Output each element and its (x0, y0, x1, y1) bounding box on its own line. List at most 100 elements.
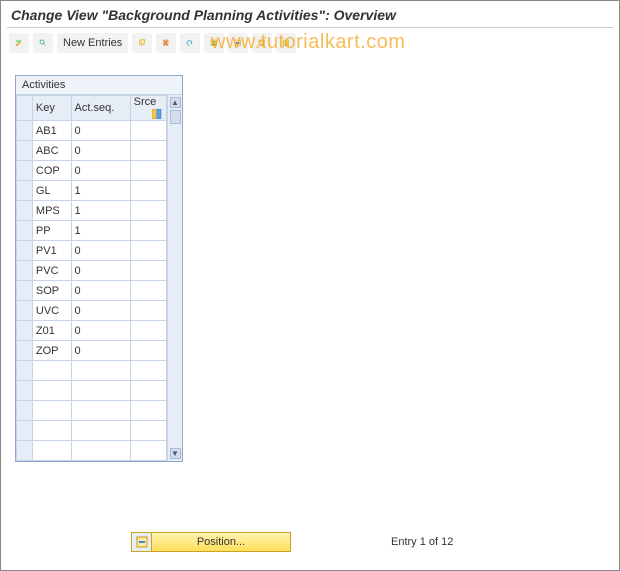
table-row[interactable]: MPS1 (17, 201, 167, 221)
table-row[interactable]: UVC0 (17, 301, 167, 321)
cell-srce[interactable] (130, 161, 166, 181)
cell-srce[interactable] (130, 341, 166, 361)
scroll-up-button[interactable]: ▲ (170, 97, 181, 108)
row-selector[interactable] (17, 161, 33, 181)
details-button[interactable] (33, 33, 53, 53)
row-selector[interactable] (17, 401, 33, 421)
table-row[interactable] (17, 361, 167, 381)
table-row[interactable] (17, 401, 167, 421)
delete-button[interactable] (156, 33, 176, 53)
cell-key[interactable]: PV1 (32, 241, 71, 261)
cell-srce[interactable] (130, 401, 166, 421)
cell-srce[interactable] (130, 141, 166, 161)
cell-seq[interactable]: 0 (71, 341, 130, 361)
vertical-scrollbar[interactable]: ▲ ▼ (167, 95, 182, 461)
cell-key[interactable]: AB1 (32, 121, 71, 141)
cell-seq[interactable] (71, 381, 130, 401)
toggle-display-change-button[interactable] (9, 33, 29, 53)
cell-srce[interactable] (130, 441, 166, 461)
row-selector[interactable] (17, 241, 33, 261)
cell-seq[interactable]: 1 (71, 201, 130, 221)
row-selector[interactable] (17, 361, 33, 381)
cell-key[interactable] (32, 401, 71, 421)
cell-key[interactable]: PVC (32, 261, 71, 281)
cell-key[interactable] (32, 441, 71, 461)
table-row[interactable]: SOP0 (17, 281, 167, 301)
cell-seq[interactable]: 0 (71, 301, 130, 321)
table-row[interactable]: PVC0 (17, 261, 167, 281)
cell-key[interactable]: Z01 (32, 321, 71, 341)
cell-key[interactable] (32, 421, 71, 441)
cell-seq[interactable]: 0 (71, 261, 130, 281)
row-selector[interactable] (17, 261, 33, 281)
cell-seq[interactable]: 1 (71, 221, 130, 241)
col-header-key[interactable]: Key (32, 96, 71, 121)
cell-srce[interactable] (130, 361, 166, 381)
cell-srce[interactable] (130, 241, 166, 261)
scroll-track[interactable] (168, 124, 182, 448)
col-header-actseq[interactable]: Act.seq. (71, 96, 130, 121)
cell-key[interactable] (32, 381, 71, 401)
cell-srce[interactable] (130, 301, 166, 321)
row-selector[interactable] (17, 281, 33, 301)
cell-key[interactable]: COP (32, 161, 71, 181)
cell-srce[interactable] (130, 321, 166, 341)
undo-button[interactable] (180, 33, 200, 53)
cell-key[interactable]: GL (32, 181, 71, 201)
cell-seq[interactable]: 0 (71, 121, 130, 141)
row-selector[interactable] (17, 341, 33, 361)
cell-seq[interactable]: 0 (71, 141, 130, 161)
row-selector[interactable] (17, 381, 33, 401)
cell-seq[interactable] (71, 401, 130, 421)
select-all-button[interactable] (204, 33, 224, 53)
row-selector[interactable] (17, 141, 33, 161)
copy-button[interactable] (132, 33, 152, 53)
cell-key[interactable]: SOP (32, 281, 71, 301)
table-row[interactable]: AB10 (17, 121, 167, 141)
column-config-icon[interactable] (151, 108, 163, 120)
row-selector[interactable] (17, 421, 33, 441)
row-selector[interactable] (17, 321, 33, 341)
deselect-all-button[interactable] (252, 33, 272, 53)
cell-seq[interactable] (71, 441, 130, 461)
row-selector[interactable] (17, 121, 33, 141)
table-row[interactable]: ZOP0 (17, 341, 167, 361)
cell-key[interactable]: MPS (32, 201, 71, 221)
col-header-srce[interactable]: Srce (130, 96, 166, 121)
cell-seq[interactable] (71, 421, 130, 441)
cell-srce[interactable] (130, 421, 166, 441)
activities-table[interactable]: Key Act.seq. Srce AB10 ABC0 COP0 GL1 MPS… (16, 95, 167, 461)
table-row[interactable] (17, 421, 167, 441)
cell-srce[interactable] (130, 261, 166, 281)
print-config-button[interactable] (276, 33, 296, 53)
row-selector[interactable] (17, 201, 33, 221)
col-header-select[interactable] (17, 96, 33, 121)
row-selector[interactable] (17, 221, 33, 241)
cell-key[interactable]: PP (32, 221, 71, 241)
scroll-thumb[interactable] (170, 110, 181, 124)
table-row[interactable]: PP1 (17, 221, 167, 241)
table-row[interactable]: ABC0 (17, 141, 167, 161)
row-selector[interactable] (17, 301, 33, 321)
cell-seq[interactable]: 0 (71, 321, 130, 341)
cell-srce[interactable] (130, 381, 166, 401)
select-block-button[interactable] (228, 33, 248, 53)
position-button[interactable]: Position... (131, 532, 291, 552)
table-row[interactable]: COP0 (17, 161, 167, 181)
cell-srce[interactable] (130, 121, 166, 141)
cell-key[interactable]: UVC (32, 301, 71, 321)
cell-key[interactable]: ABC (32, 141, 71, 161)
table-row[interactable]: PV10 (17, 241, 167, 261)
cell-seq[interactable]: 1 (71, 181, 130, 201)
cell-srce[interactable] (130, 181, 166, 201)
table-row[interactable]: GL1 (17, 181, 167, 201)
cell-seq[interactable]: 0 (71, 281, 130, 301)
table-row[interactable] (17, 441, 167, 461)
row-selector[interactable] (17, 181, 33, 201)
cell-seq[interactable] (71, 361, 130, 381)
cell-srce[interactable] (130, 201, 166, 221)
table-row[interactable] (17, 381, 167, 401)
cell-srce[interactable] (130, 221, 166, 241)
new-entries-button[interactable]: New Entries (57, 33, 128, 53)
cell-seq[interactable]: 0 (71, 161, 130, 181)
